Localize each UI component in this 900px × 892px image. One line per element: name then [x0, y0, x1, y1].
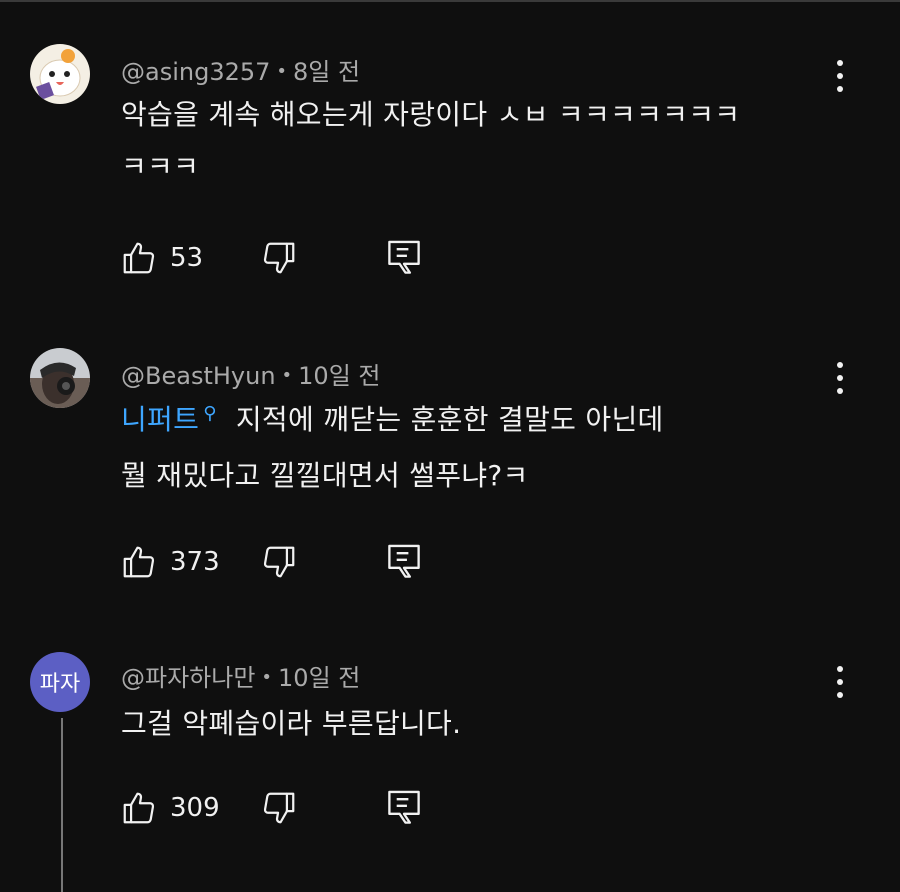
comment-author[interactable]: @asing3257 [121, 58, 270, 86]
dislike-button[interactable] [260, 788, 298, 828]
comment-author[interactable]: @BeastHyun [121, 362, 276, 390]
thumbs-up-icon [123, 546, 155, 578]
mention-label: 니퍼트 [121, 403, 200, 436]
comment-time: 10일 전 [298, 362, 381, 390]
comment-meta: @파자하나만 • 10일 전 [121, 658, 360, 693]
dislike-button[interactable] [260, 542, 298, 582]
reply-comment-icon [388, 544, 420, 578]
mention-link[interactable]: 니퍼트 ⚲ [121, 403, 217, 436]
comment-time: 8일 전 [293, 58, 361, 86]
avatar[interactable]: 파자 [30, 652, 90, 712]
more-vert-icon[interactable] [828, 662, 852, 702]
like-count: 53 [170, 243, 204, 273]
comment-actions: 373 [120, 542, 450, 582]
more-vert-icon[interactable] [828, 358, 852, 398]
comment-meta: @BeastHyun • 10일 전 [121, 356, 380, 391]
search-icon: ⚲ [203, 403, 217, 424]
comment-meta: @asing3257 • 8일 전 [121, 52, 360, 87]
comment-text: 악습을 계속 해오는게 자랑이다 ㅅㅂ ㅋㅋㅋㅋㅋㅋㅋ ㅋㅋㅋ [121, 89, 841, 193]
comment-line: 니퍼트 ⚲ 지적에 깨닫는 훈훈한 결말도 아닌데 [121, 394, 841, 450]
comment-line: 그걸 악폐습이라 부른답니다. [121, 707, 462, 740]
thumbs-down-icon [263, 792, 295, 824]
comment-actions: 309 [120, 788, 450, 828]
comment-line: 악습을 계속 해오는게 자랑이다 ㅅㅂ ㅋㅋㅋㅋㅋㅋㅋ [121, 98, 741, 131]
meta-separator: • [281, 365, 293, 386]
reply-button[interactable] [386, 542, 422, 582]
like-count: 309 [170, 793, 220, 823]
like-count: 373 [170, 547, 220, 577]
comment-author[interactable]: @파자하나만 [121, 664, 255, 692]
thumbs-down-icon [263, 546, 295, 578]
dislike-button[interactable] [260, 238, 298, 278]
thumbs-up-icon [123, 792, 155, 824]
comment-time: 10일 전 [278, 664, 361, 692]
comment-line-text: 지적에 깨닫는 훈훈한 결말도 아닌데 [235, 403, 664, 436]
reply-comment-icon [388, 790, 420, 824]
thumbs-down-icon [263, 242, 295, 274]
like-button[interactable]: 53 [120, 238, 203, 278]
like-button[interactable]: 373 [120, 542, 220, 582]
comment-text: 니퍼트 ⚲ 지적에 깨닫는 훈훈한 결말도 아닌데 뭘 재밌다고 낄낄대면서 썰푸… [121, 394, 841, 502]
comment-actions: 53 [120, 238, 450, 278]
meta-separator: • [276, 61, 288, 82]
top-divider [0, 0, 900, 2]
comment-text: 그걸 악폐습이라 부른답니다. [121, 698, 841, 750]
reply-button[interactable] [386, 238, 422, 278]
reply-button[interactable] [386, 788, 422, 828]
comment-line: 뭘 재밌다고 낄낄대면서 썰푸냐?ㅋ [121, 459, 529, 492]
avatar[interactable] [30, 44, 90, 104]
meta-separator: • [261, 667, 273, 688]
comment-line: ㅋㅋㅋ [121, 150, 200, 183]
avatar[interactable] [30, 348, 90, 408]
reply-thread-line [61, 718, 63, 892]
thumbs-up-icon [123, 242, 155, 274]
reply-comment-icon [388, 240, 420, 274]
like-button[interactable]: 309 [120, 788, 220, 828]
